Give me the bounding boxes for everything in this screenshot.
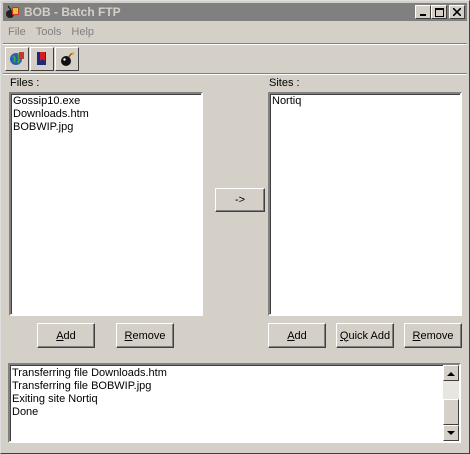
sites-list[interactable]: Nortiq [268, 92, 462, 316]
log-line: Exiting site Nortiq [12, 393, 98, 405]
log-line: Transferring file Downloads.htm [12, 367, 167, 379]
toolbar-bookmark-button[interactable] [30, 47, 54, 71]
log-text: Transferring file Downloads.htm Transfer… [12, 367, 167, 419]
bomb-icon [61, 52, 75, 66]
menu-bar: File Tools Help [3, 23, 99, 41]
menu-file[interactable]: File [3, 26, 31, 38]
files-list[interactable]: Gossip10.exe Downloads.htm BOBWIP.jpg [9, 92, 203, 316]
sites-add-button[interactable]: Add [268, 323, 326, 348]
quick-add-button[interactable]: Quick Add [336, 323, 394, 348]
quick-add-label: uick Add [348, 329, 391, 342]
minimize-button[interactable] [415, 5, 431, 19]
list-item[interactable]: BOBWIP.jpg [13, 121, 199, 134]
transfer-button[interactable]: -> [215, 188, 265, 212]
toolbar-bottom-divider [3, 73, 467, 75]
scroll-thumb[interactable] [443, 399, 459, 425]
minimize-icon [420, 14, 426, 16]
title-bar[interactable]: BOB - Batch FTP [3, 3, 467, 21]
sites-remove-button[interactable]: Remove [404, 323, 462, 348]
files-remove-accel: R [124, 329, 133, 342]
files-add-accel: A [56, 329, 64, 342]
bob-app-icon [6, 5, 19, 18]
toolbar [5, 47, 79, 71]
sites-remove-label: emove [420, 329, 454, 342]
main-window: BOB - Batch FTP File Tools Help Files: … [0, 0, 470, 454]
sites-label: Sites : [269, 77, 300, 89]
list-item[interactable]: Downloads.htm [13, 108, 199, 121]
window-title: BOB - Batch FTP [24, 5, 121, 19]
files-add-button[interactable]: Add [37, 323, 95, 348]
toolbar-divider [3, 43, 467, 45]
scroll-down-button[interactable] [443, 425, 459, 441]
quick-add-accel: Q [339, 329, 349, 342]
toolbar-sites-button[interactable] [5, 47, 29, 71]
sites-add-accel: A [287, 329, 295, 342]
maximize-icon [434, 7, 444, 17]
close-icon [453, 8, 461, 16]
menu-help[interactable]: Help [66, 26, 99, 38]
globe-icon [10, 52, 24, 65]
sites-remove-accel: R [412, 329, 421, 342]
transfer-button-label: -> [234, 194, 246, 206]
maximize-button[interactable] [431, 5, 447, 19]
log-line: Transferring file BOBWIP.jpg [12, 380, 152, 392]
list-item[interactable]: Gossip10.exe [13, 95, 199, 108]
arrow-up-icon [447, 371, 455, 376]
bookmark-icon [37, 52, 46, 65]
toolbar-bomb-button[interactable] [55, 47, 79, 71]
files-remove-label: emove [132, 329, 166, 342]
list-item[interactable]: Nortiq [272, 95, 458, 108]
files-label: Files : [10, 77, 40, 89]
menu-tools[interactable]: Tools [31, 26, 67, 38]
log-scrollbar[interactable] [443, 365, 459, 441]
log-line: Done [12, 406, 39, 418]
files-add-label: dd [63, 329, 76, 342]
arrow-down-icon [447, 430, 455, 435]
scroll-up-button[interactable] [443, 365, 459, 381]
close-button[interactable] [449, 5, 465, 19]
log-output[interactable]: Transferring file Downloads.htm Transfer… [8, 363, 461, 443]
files-remove-button[interactable]: Remove [116, 323, 174, 348]
sites-add-label: dd [294, 329, 307, 342]
